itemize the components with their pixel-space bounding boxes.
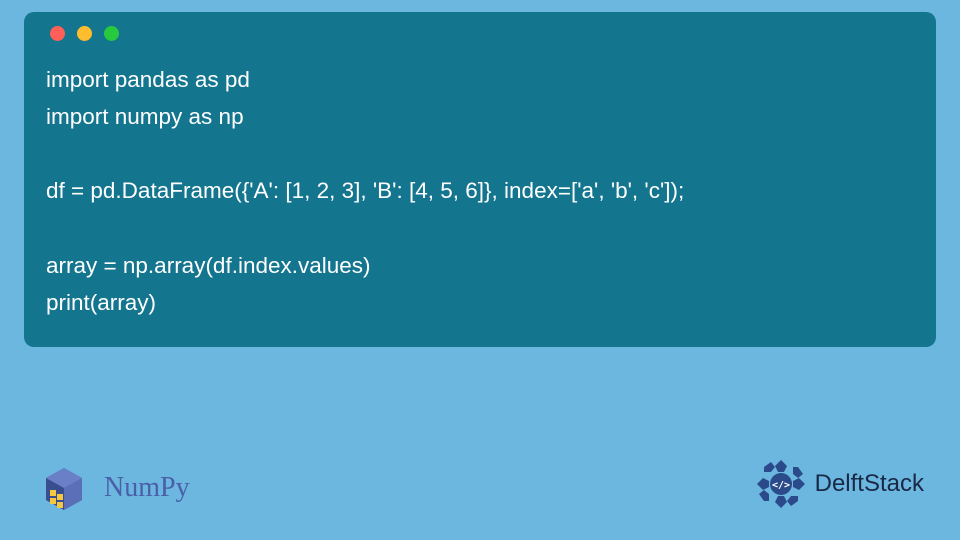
delftstack-brand: </> DelftStack — [753, 456, 924, 512]
code-line: import numpy as np — [46, 104, 244, 129]
numpy-cube-icon — [36, 460, 92, 516]
numpy-brand: NumPy — [36, 460, 190, 516]
maximize-dot-icon — [104, 26, 119, 41]
code-line: df = pd.DataFrame({'A': [1, 2, 3], 'B': … — [46, 178, 684, 203]
code-line: import pandas as pd — [46, 67, 250, 92]
numpy-label: NumPy — [104, 472, 190, 504]
code-line: print(array) — [46, 290, 156, 315]
code-line: array = np.array(df.index.values) — [46, 253, 371, 278]
code-card: import pandas as pd import numpy as np d… — [24, 12, 936, 347]
close-dot-icon — [50, 26, 65, 41]
svg-text:</>: </> — [772, 480, 790, 491]
delftstack-logo-icon: </> — [753, 456, 809, 512]
code-block: import pandas as pd import numpy as np d… — [46, 61, 914, 321]
minimize-dot-icon — [77, 26, 92, 41]
delftstack-label: DelftStack — [815, 470, 924, 498]
window-controls — [46, 26, 914, 41]
